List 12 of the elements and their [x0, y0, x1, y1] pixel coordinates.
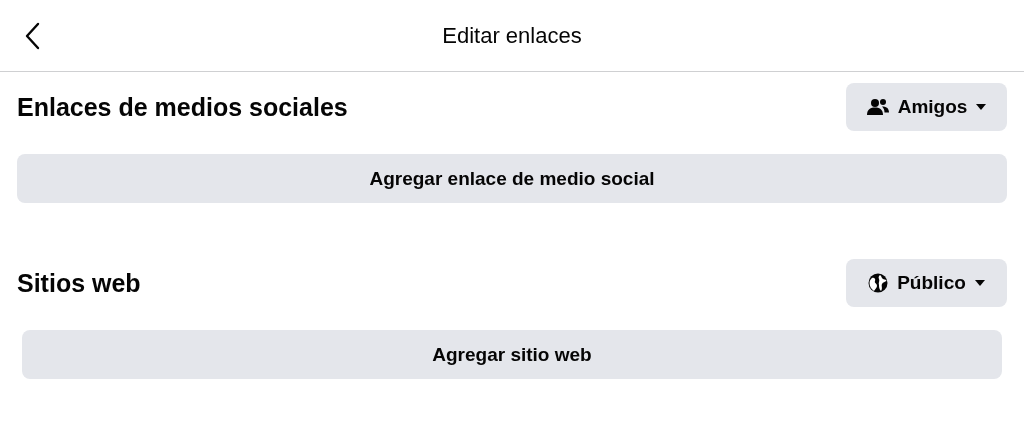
people-icon	[866, 98, 889, 116]
back-chevron-icon	[24, 22, 40, 50]
audience-button[interactable]: Público	[846, 259, 1007, 307]
section-title: Sitios web	[17, 268, 141, 298]
page-title: Editar enlaces	[442, 22, 582, 49]
section-title: Enlaces de medios sociales	[17, 92, 348, 122]
caret-icon	[974, 280, 985, 286]
add-button[interactable]: Agregar enlace de medio social	[17, 154, 1007, 203]
add-button[interactable]: Agregar sitio web	[22, 330, 1002, 379]
audience-button[interactable]: Amigos	[846, 83, 1007, 131]
caret-icon	[976, 104, 987, 110]
globe-icon	[868, 273, 889, 293]
